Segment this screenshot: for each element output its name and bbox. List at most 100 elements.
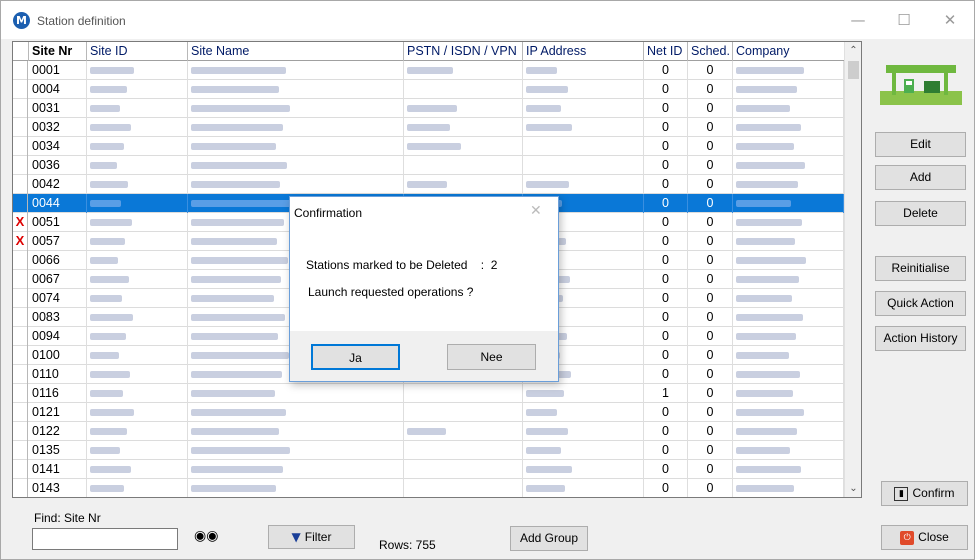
redacted-text	[191, 447, 290, 454]
redacted-cell	[733, 156, 844, 175]
redacted-text	[736, 352, 789, 359]
scroll-down-arrow-icon[interactable]: ⌄	[845, 480, 861, 497]
site-nr-cell: 0042	[29, 175, 87, 194]
filter-button[interactable]: ▼ Filter	[268, 525, 355, 549]
net-id-cell: 0	[644, 156, 688, 175]
table-row[interactable]: 0036 0 0	[13, 156, 844, 175]
table-row[interactable]: 0032 0 0	[13, 118, 844, 137]
confirmation-dialog: Confirmation ✕ Stations marked to be Del…	[289, 196, 559, 382]
redacted-text	[191, 352, 289, 359]
table-row[interactable]: 0122 0 0	[13, 422, 844, 441]
add-button-label: Add	[909, 170, 932, 184]
table-row[interactable]: 0031 0 0	[13, 99, 844, 118]
net-id-cell: 0	[644, 118, 688, 137]
redacted-text	[526, 466, 572, 473]
redacted-cell	[404, 156, 523, 175]
add-button[interactable]: Add	[875, 165, 966, 190]
sched-cell: 0	[688, 384, 733, 403]
redacted-text	[90, 181, 128, 188]
site-nr-cell: 0036	[29, 156, 87, 175]
close-window-button[interactable]: ✕	[927, 1, 973, 39]
site-nr-cell: 0066	[29, 251, 87, 270]
redacted-cell	[523, 441, 644, 460]
redacted-text	[526, 390, 564, 397]
close-button[interactable]: ⏻ Close	[881, 525, 968, 550]
confirm-button[interactable]: ▮ Confirm	[881, 481, 968, 506]
quick-action-button[interactable]: Quick Action	[875, 291, 966, 316]
site-nr-cell: 0034	[29, 137, 87, 156]
table-row[interactable]: 0042 0 0	[13, 175, 844, 194]
redacted-cell	[87, 251, 188, 270]
net-id-cell: 0	[644, 346, 688, 365]
redacted-text	[191, 105, 290, 112]
redacted-text	[90, 333, 126, 340]
redacted-text	[90, 162, 117, 169]
table-row[interactable]: 0141 0 0	[13, 460, 844, 479]
redacted-cell	[188, 137, 404, 156]
grid-vertical-scrollbar[interactable]: ⌃ ⌄	[844, 42, 861, 497]
scroll-up-arrow-icon[interactable]: ⌃	[845, 42, 861, 59]
redacted-text	[736, 105, 790, 112]
reinitialise-button[interactable]: Reinitialise	[875, 256, 966, 281]
column-header-company[interactable]: Company	[733, 42, 844, 61]
net-id-cell: 1	[644, 384, 688, 403]
action-history-button[interactable]: Action History	[875, 326, 966, 351]
redacted-text	[191, 466, 283, 473]
redacted-cell	[87, 137, 188, 156]
add-group-button[interactable]: Add Group	[510, 526, 588, 551]
minimize-button[interactable]: —	[835, 1, 881, 39]
redacted-text	[90, 447, 120, 454]
table-row[interactable]: 0143 0 0	[13, 479, 844, 497]
column-header-sched[interactable]: Sched.	[688, 42, 733, 61]
net-id-cell: 0	[644, 403, 688, 422]
sched-cell: 0	[688, 403, 733, 422]
delete-button[interactable]: Delete	[875, 201, 966, 226]
column-header-ip-address[interactable]: IP Address	[523, 42, 644, 61]
redacted-text	[407, 428, 446, 435]
table-row[interactable]: 0004 0 0	[13, 80, 844, 99]
redacted-text	[736, 333, 796, 340]
column-header-net-id[interactable]: Net ID	[644, 42, 688, 61]
edit-button[interactable]: Edit	[875, 132, 966, 157]
table-row[interactable]: 0121 0 0	[13, 403, 844, 422]
redacted-text	[90, 257, 118, 264]
app-logo-icon: M	[13, 12, 30, 29]
column-header-site-id[interactable]: Site ID	[87, 42, 188, 61]
redacted-text	[90, 67, 134, 74]
binoculars-search-icon[interactable]: ◉◉	[194, 525, 218, 547]
column-header-site-name[interactable]: Site Name	[188, 42, 404, 61]
dialog-close-icon[interactable]: ✕	[530, 203, 542, 219]
rows-count: Rows: 755	[379, 538, 436, 552]
column-header-site-nr[interactable]: Site Nr	[29, 42, 87, 61]
net-id-cell: 0	[644, 61, 688, 80]
delete-button-label: Delete	[903, 206, 938, 220]
maximize-button[interactable]: ☐	[881, 1, 927, 39]
redacted-cell	[523, 175, 644, 194]
row-marker-cell	[13, 327, 28, 346]
table-row[interactable]: 0135 0 0	[13, 441, 844, 460]
redacted-text	[90, 143, 124, 150]
row-marker-cell	[13, 365, 28, 384]
net-id-cell: 0	[644, 213, 688, 232]
find-site-nr-input[interactable]	[32, 528, 178, 550]
site-nr-cell: 0094	[29, 327, 87, 346]
redacted-text	[191, 200, 291, 207]
delete-marker-icon: X	[13, 232, 28, 251]
dialog-title: Confirmation	[294, 206, 363, 220]
redacted-text	[191, 333, 278, 340]
dialog-no-button[interactable]: Nee	[447, 344, 536, 370]
scrollbar-thumb[interactable]	[848, 61, 859, 79]
dialog-delete-count-message: Stations marked to be Deleted : 2	[306, 258, 498, 272]
sched-cell: 0	[688, 289, 733, 308]
table-row[interactable]: 0116 1 0	[13, 384, 844, 403]
redacted-text	[736, 466, 801, 473]
table-row[interactable]: 0001 0 0	[13, 61, 844, 80]
column-header-pstn[interactable]: PSTN / ISDN / VPN	[404, 42, 523, 61]
redacted-cell	[188, 99, 404, 118]
table-row[interactable]: 0034 0 0	[13, 137, 844, 156]
redacted-cell	[733, 99, 844, 118]
row-marker-cell	[13, 308, 28, 327]
redacted-text	[90, 371, 130, 378]
site-nr-cell: 0051	[29, 213, 87, 232]
dialog-yes-button[interactable]: Ja	[311, 344, 400, 370]
